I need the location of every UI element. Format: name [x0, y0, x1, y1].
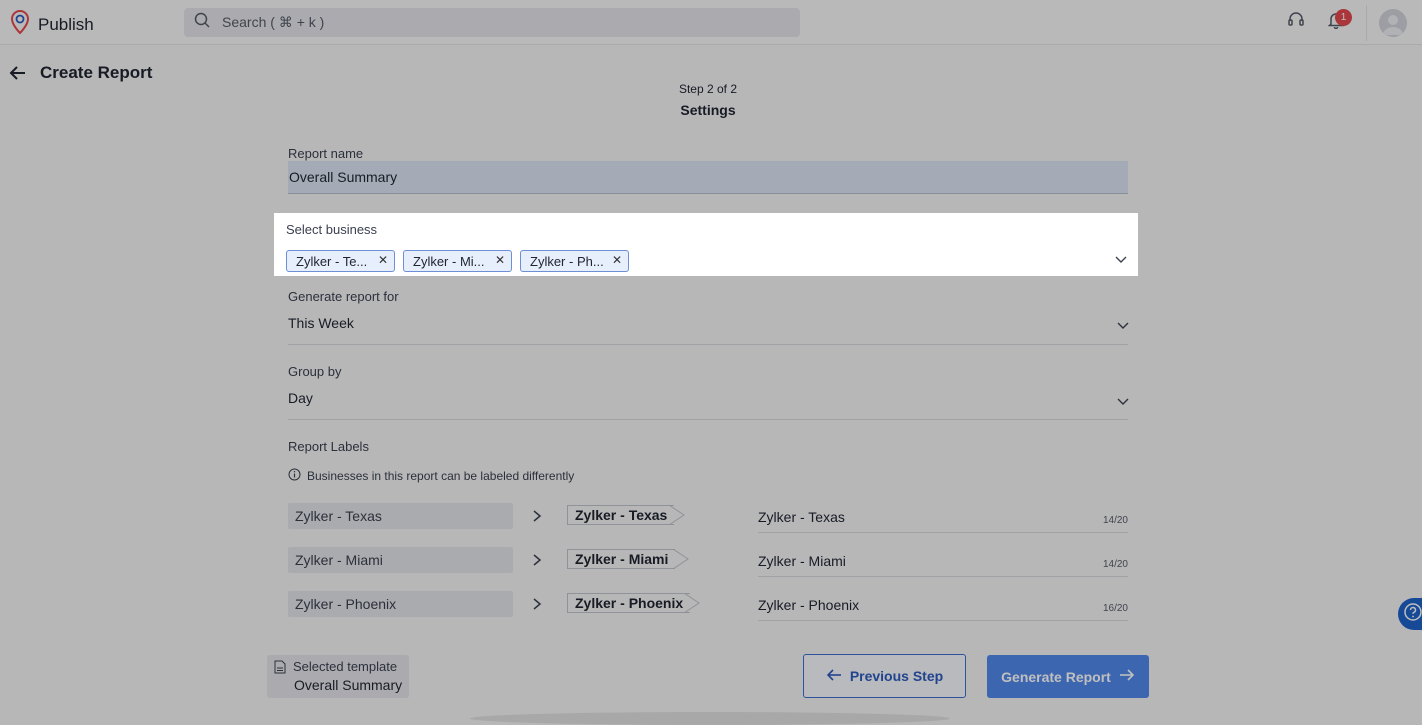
arrow-left-icon [826, 668, 842, 685]
label-input[interactable]: Zylker - Texas 14/20 [758, 503, 1128, 533]
divider [288, 419, 1128, 420]
close-icon[interactable]: ✕ [378, 253, 388, 267]
label-input-value: Zylker - Miami [758, 553, 846, 569]
generate-for-select[interactable]: This Week [288, 315, 354, 331]
char-count: 16/20 [1102, 603, 1128, 614]
help-icon [1403, 602, 1422, 627]
step-title: Settings [680, 102, 736, 118]
previous-step-label: Previous Step [849, 668, 944, 684]
business-chip[interactable]: Zylker - Mi... ✕ [403, 250, 512, 272]
arrow-left-icon [8, 66, 28, 87]
generate-report-label: Generate Report [1001, 668, 1111, 685]
help-button[interactable] [1398, 598, 1422, 630]
select-business-field[interactable]: Select business Zylker - Te... ✕ Zylker … [274, 213, 1138, 276]
app-name: Publish [38, 14, 94, 34]
template-value: Overall Summary [294, 677, 403, 693]
tag-tip-icon [668, 504, 685, 526]
selected-template: Selected template Overall Summary [267, 655, 409, 698]
business-chip[interactable]: Zylker - Te... ✕ [286, 250, 395, 272]
divider [288, 344, 1128, 345]
avatar[interactable] [1379, 8, 1407, 37]
close-icon[interactable]: ✕ [495, 253, 505, 267]
info-icon [288, 468, 301, 484]
back-button[interactable] [8, 63, 28, 83]
label-tag-text: Zylker - Miami [575, 551, 669, 567]
report-labels-info: Businesses in this report can be labeled… [288, 468, 574, 484]
label-tag: Zylker - Texas [567, 505, 675, 525]
business-chip[interactable]: Zylker - Ph... ✕ [520, 250, 629, 272]
document-icon [274, 660, 286, 679]
bottom-shadow [470, 712, 950, 725]
tag-tip-icon [683, 592, 700, 614]
step-indicator: Step 2 of 2 [678, 82, 738, 96]
label-input-value: Zylker - Texas [758, 509, 845, 525]
search-icon [194, 12, 210, 33]
char-count: 14/20 [1102, 515, 1128, 526]
chevron-down-icon[interactable] [1114, 252, 1128, 266]
label-tag: Zylker - Miami [567, 549, 676, 569]
group-by-select[interactable]: Day [288, 390, 313, 406]
business-chip-label: Zylker - Te... [296, 254, 368, 269]
template-label: Selected template [293, 659, 398, 674]
close-icon[interactable]: ✕ [612, 253, 622, 267]
chevron-down-icon[interactable] [1116, 318, 1130, 332]
notifications-button[interactable]: 1 [1318, 5, 1354, 41]
chevron-right-icon [530, 553, 544, 567]
label-input-value: Zylker - Phoenix [758, 597, 860, 613]
publish-logo-icon [10, 9, 30, 39]
page-title: Create Report [40, 63, 153, 82]
label-tag-text: Zylker - Texas [575, 507, 668, 523]
label-source: Zylker - Phoenix [288, 591, 513, 617]
report-name-label: Report name [288, 146, 364, 161]
divider [1366, 4, 1367, 41]
generate-report-button[interactable]: Generate Report [987, 655, 1149, 698]
char-count: 14/20 [1102, 559, 1128, 570]
group-by-label: Group by [288, 364, 342, 379]
report-name-input[interactable]: Overall Summary [288, 161, 1128, 194]
arrow-right-icon [1119, 668, 1135, 685]
business-chip-label: Zylker - Mi... [413, 254, 485, 269]
info-text: Businesses in this report can be labeled… [307, 469, 575, 483]
label-input[interactable]: Zylker - Miami 14/20 [758, 547, 1128, 577]
support-button[interactable] [1278, 5, 1314, 41]
search-bar[interactable]: Search ( ⌘ + k ) [184, 8, 800, 37]
chevron-right-icon [530, 509, 544, 523]
label-source: Zylker - Miami [288, 547, 513, 573]
select-business-label: Select business [286, 222, 378, 237]
label-source: Zylker - Texas [288, 503, 513, 529]
previous-step-button[interactable]: Previous Step [803, 654, 966, 698]
business-chip-label: Zylker - Ph... [530, 254, 604, 269]
headset-icon [1287, 11, 1305, 34]
tag-tip-icon [672, 548, 689, 570]
label-tag-text: Zylker - Phoenix [575, 595, 684, 611]
search-placeholder: Search ( ⌘ + k ) [222, 14, 325, 30]
label-tag: Zylker - Phoenix [567, 593, 691, 613]
top-bar: Publish Search ( ⌘ + k ) 1 [0, 0, 1422, 45]
label-input[interactable]: Zylker - Phoenix 16/20 [758, 591, 1128, 621]
brand[interactable]: Publish [10, 9, 94, 39]
generate-for-label: Generate report for [288, 289, 399, 304]
report-labels-title: Report Labels [288, 439, 369, 454]
notification-badge: 1 [1335, 8, 1352, 26]
chevron-right-icon [530, 597, 544, 611]
chevron-down-icon[interactable] [1116, 394, 1130, 408]
